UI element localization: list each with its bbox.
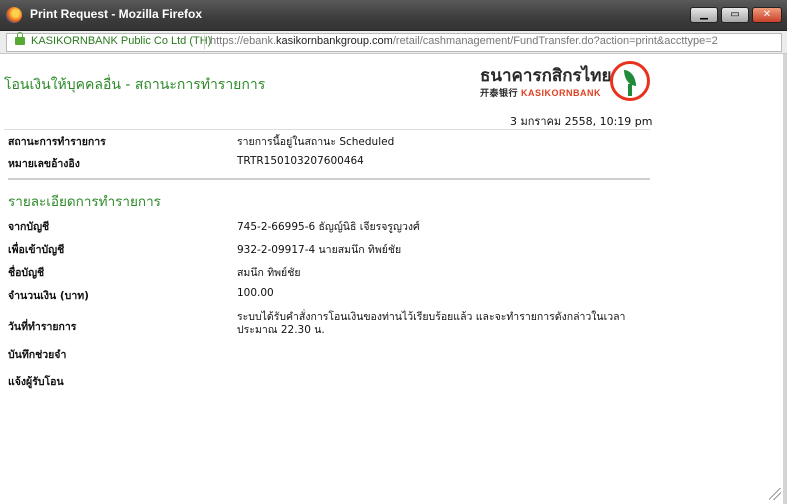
resize-grip-icon[interactable] — [769, 488, 781, 500]
window-titlebar[interactable]: Print Request - Mozilla Firefox ▁ ▭ ✕ — [0, 0, 787, 31]
section-divider — [8, 178, 650, 180]
detail-value: 100.00 — [237, 287, 274, 299]
close-button[interactable]: ✕ — [752, 7, 782, 23]
page-title: โอนเงินให้บุคคลอื่น - สถานะการทำรายการ — [4, 77, 266, 93]
window-title: Print Request - Mozilla Firefox — [30, 7, 203, 21]
window-right-edge — [783, 54, 787, 504]
address-bar: KASIKORNBANK Public Co Ltd (TH) https://… — [0, 31, 787, 54]
reference-value: TRTR150103207600464 — [237, 155, 364, 167]
detail-value: ระบบได้รับคำสั่งการโอนเงินของท่านไว้เรีย… — [237, 311, 626, 336]
detail-label: แจ้งผู้รับโอน — [8, 376, 64, 388]
detail-value: 745-2-66995-6 ธัญญ์นิธิ เจียรจรูญวงศ์ — [237, 221, 420, 233]
page-content: โอนเงินให้บุคคลอื่น - สถานะการทำรายการ ธ… — [0, 54, 787, 504]
site-identity[interactable]: KASIKORNBANK Public Co Ltd (TH) — [31, 35, 211, 47]
detail-label: วันที่ทำรายการ — [8, 321, 77, 333]
maximize-button[interactable]: ▭ — [721, 7, 749, 23]
status-label: สถานะการทำรายการ — [8, 136, 106, 148]
detail-label: เพื่อเข้าบัญชี — [8, 244, 65, 256]
bank-logo: ธนาคารกสิกรไทย 开泰银行 KASIKORNBANK — [480, 59, 655, 105]
detail-label: บันทึกช่วยจำ — [8, 349, 67, 361]
kasikorn-emblem-icon — [610, 61, 650, 101]
detail-value: 932-2-09917-4 นายสมนึก ทิพย์ชัย — [237, 244, 402, 256]
logo-subtitle: 开泰银行 KASIKORNBANK — [480, 88, 602, 98]
url-text[interactable]: https://ebank.kasikornbankgroup.com/reta… — [210, 35, 718, 47]
detail-value: สมนึก ทิพย์ชัย — [237, 267, 301, 279]
detail-label: ชื่อบัญชี — [8, 267, 45, 279]
lock-icon[interactable] — [15, 32, 25, 45]
logo-thai-text: ธนาคารกสิกรไทย — [480, 66, 612, 86]
status-value: รายการนี้อยู่ในสถานะ Scheduled — [237, 136, 395, 148]
transaction-datetime: 3 มกราคม 2558, 10:19 pm — [510, 115, 653, 128]
reference-label: หมายเลขอ้างอิง — [8, 158, 80, 170]
url-field[interactable]: KASIKORNBANK Public Co Ltd (TH) https://… — [6, 32, 782, 52]
address-separator — [204, 35, 205, 49]
details-section-title: รายละเอียดการทำรายการ — [8, 194, 161, 210]
detail-label: จากบัญชี — [8, 221, 50, 233]
detail-label: จำนวนเงิน (บาท) — [8, 290, 89, 302]
minimize-button[interactable]: ▁ — [690, 7, 718, 23]
firefox-icon — [6, 7, 22, 23]
header-divider — [4, 129, 650, 130]
